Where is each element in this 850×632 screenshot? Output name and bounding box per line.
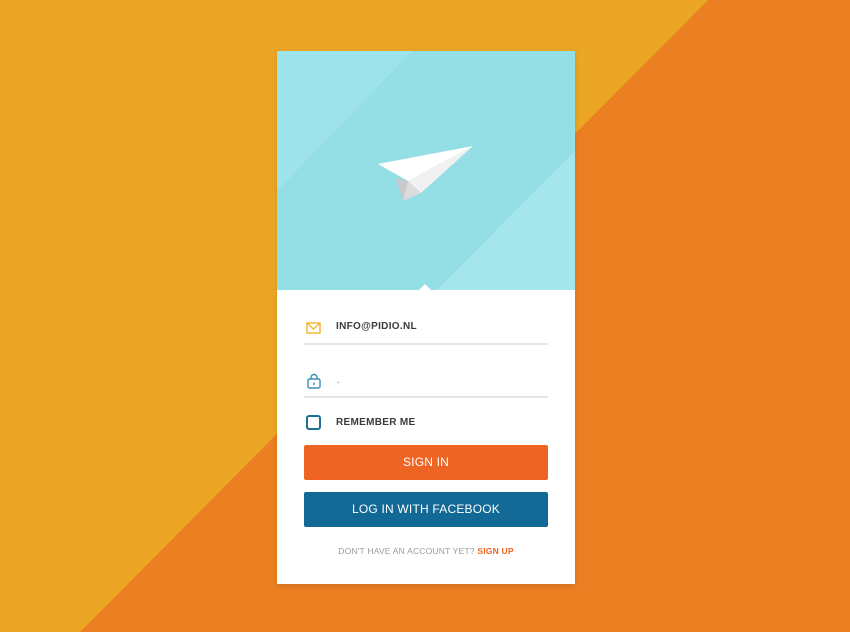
hero-banner [277, 51, 575, 290]
sign-in-button[interactable]: SIGN IN [304, 445, 548, 480]
envelope-icon [306, 322, 321, 334]
password-field[interactable]: • [304, 370, 548, 398]
facebook-login-button[interactable]: LOG IN WITH FACEBOOK [304, 492, 548, 527]
checkbox-box[interactable] [306, 415, 321, 430]
sign-up-link[interactable]: SIGN UP [477, 546, 513, 556]
signup-prompt: DON'T HAVE AN ACCOUNT YET? SIGN UP [277, 546, 575, 556]
signup-prompt-text: DON'T HAVE AN ACCOUNT YET? [338, 546, 475, 556]
lock-icon [307, 373, 321, 389]
login-screen: INFO@PIDIO.NL • REMEMBER ME SIGN IN LOG … [0, 0, 850, 632]
password-value[interactable]: • [337, 379, 340, 387]
hero-caret [418, 284, 432, 290]
email-field[interactable]: INFO@PIDIO.NL [304, 317, 548, 345]
remember-me-checkbox[interactable]: REMEMBER ME [304, 415, 548, 431]
login-card: INFO@PIDIO.NL • REMEMBER ME SIGN IN LOG … [277, 51, 575, 584]
email-value[interactable]: INFO@PIDIO.NL [336, 321, 417, 332]
remember-me-label[interactable]: REMEMBER ME [336, 417, 415, 428]
